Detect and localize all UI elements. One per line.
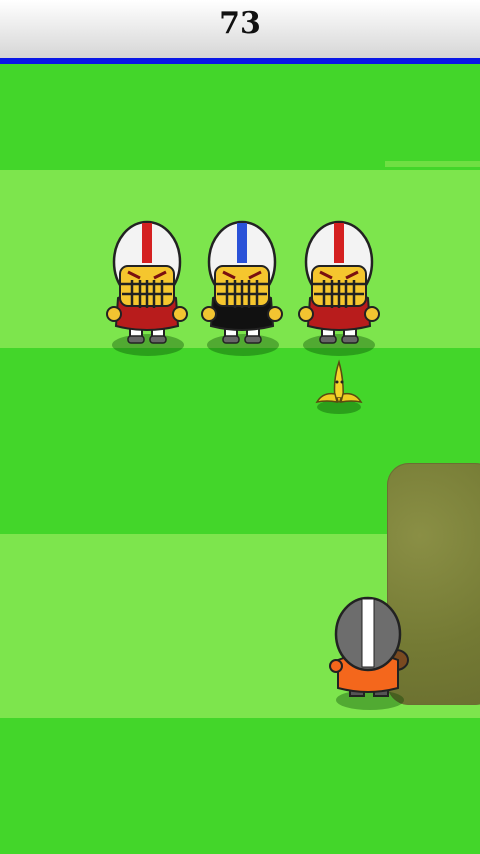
defender-black xyxy=(201,220,283,344)
score-counter: 73 xyxy=(219,6,261,41)
defender-red-2 xyxy=(298,220,380,344)
field-stripe-dark xyxy=(0,718,480,854)
field-marker xyxy=(385,161,480,167)
defender-red-1 xyxy=(106,220,188,344)
score-bar: 73 xyxy=(0,0,480,64)
field-stripe-dark xyxy=(0,64,480,170)
banana-peel-icon xyxy=(315,359,363,404)
player-runner[interactable] xyxy=(326,596,414,708)
